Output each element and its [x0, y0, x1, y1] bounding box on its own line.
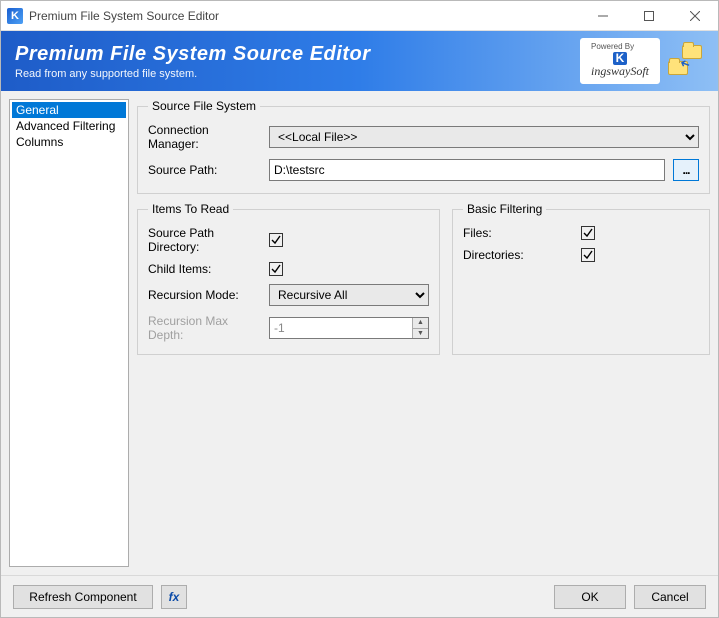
label-files: Files:: [463, 226, 573, 240]
label-directories: Directories:: [463, 248, 573, 262]
banner-title: Premium File System Source Editor: [15, 43, 371, 66]
banner-subtitle: Read from any supported file system.: [15, 68, 371, 80]
footer: Refresh Component fx OK Cancel: [1, 575, 718, 617]
refresh-component-button[interactable]: Refresh Component: [13, 585, 153, 609]
window-title: Premium File System Source Editor: [29, 9, 219, 23]
label-child-items: Child Items:: [148, 262, 261, 276]
checkbox-child-items[interactable]: [269, 262, 283, 276]
group-items-to-read: Items To Read Source Path Directory: Chi…: [137, 202, 440, 355]
nav-panel: General Advanced Filtering Columns: [9, 99, 129, 567]
group-basic-filtering: Basic Filtering Files: Directories:: [452, 202, 710, 355]
browse-button[interactable]: ...: [673, 159, 699, 181]
titlebar: K Premium File System Source Editor: [1, 1, 718, 31]
legend-basic-filtering: Basic Filtering: [463, 202, 546, 216]
recursion-max-depth-spinner: ▲ ▼: [412, 318, 428, 338]
label-recursion-max-depth: Recursion Max Depth:: [148, 314, 261, 342]
legend-source-file-system: Source File System: [148, 99, 260, 113]
spin-down-icon: ▼: [412, 329, 428, 339]
label-recursion-mode: Recursion Mode:: [148, 288, 261, 302]
label-source-path-directory: Source Path Directory:: [148, 226, 261, 254]
nav-item-advanced-filtering[interactable]: Advanced Filtering: [12, 118, 126, 134]
nav-item-general[interactable]: General: [12, 102, 126, 118]
connection-manager-select[interactable]: <<Local File>>: [269, 126, 699, 148]
brand-rest: ingswaySoft: [591, 65, 649, 78]
nav-item-columns[interactable]: Columns: [12, 134, 126, 150]
cancel-button[interactable]: Cancel: [634, 585, 706, 609]
folder-icon: ➜: [668, 43, 704, 79]
checkbox-files[interactable]: [581, 226, 595, 240]
fx-button[interactable]: fx: [161, 585, 187, 609]
ok-button[interactable]: OK: [554, 585, 626, 609]
checkbox-directories[interactable]: [581, 248, 595, 262]
recursion-max-depth-input: [269, 317, 429, 339]
brand-logo: Powered By KingswaySoft: [580, 38, 660, 83]
maximize-button[interactable]: [626, 1, 672, 31]
label-source-path: Source Path:: [148, 163, 261, 177]
app-icon: K: [7, 8, 23, 24]
checkbox-source-path-directory[interactable]: [269, 233, 283, 247]
group-source-file-system: Source File System Connection Manager: <…: [137, 99, 710, 194]
legend-items-to-read: Items To Read: [148, 202, 233, 216]
source-path-input[interactable]: [269, 159, 665, 181]
fx-icon: fx: [169, 590, 180, 604]
label-connection-manager: Connection Manager:: [148, 123, 261, 151]
main-panel: Source File System Connection Manager: <…: [137, 99, 710, 567]
minimize-button[interactable]: [580, 1, 626, 31]
spin-up-icon: ▲: [412, 318, 428, 329]
banner: Premium File System Source Editor Read f…: [1, 31, 718, 91]
close-button[interactable]: [672, 1, 718, 31]
recursion-mode-select[interactable]: Recursive All: [269, 284, 429, 306]
